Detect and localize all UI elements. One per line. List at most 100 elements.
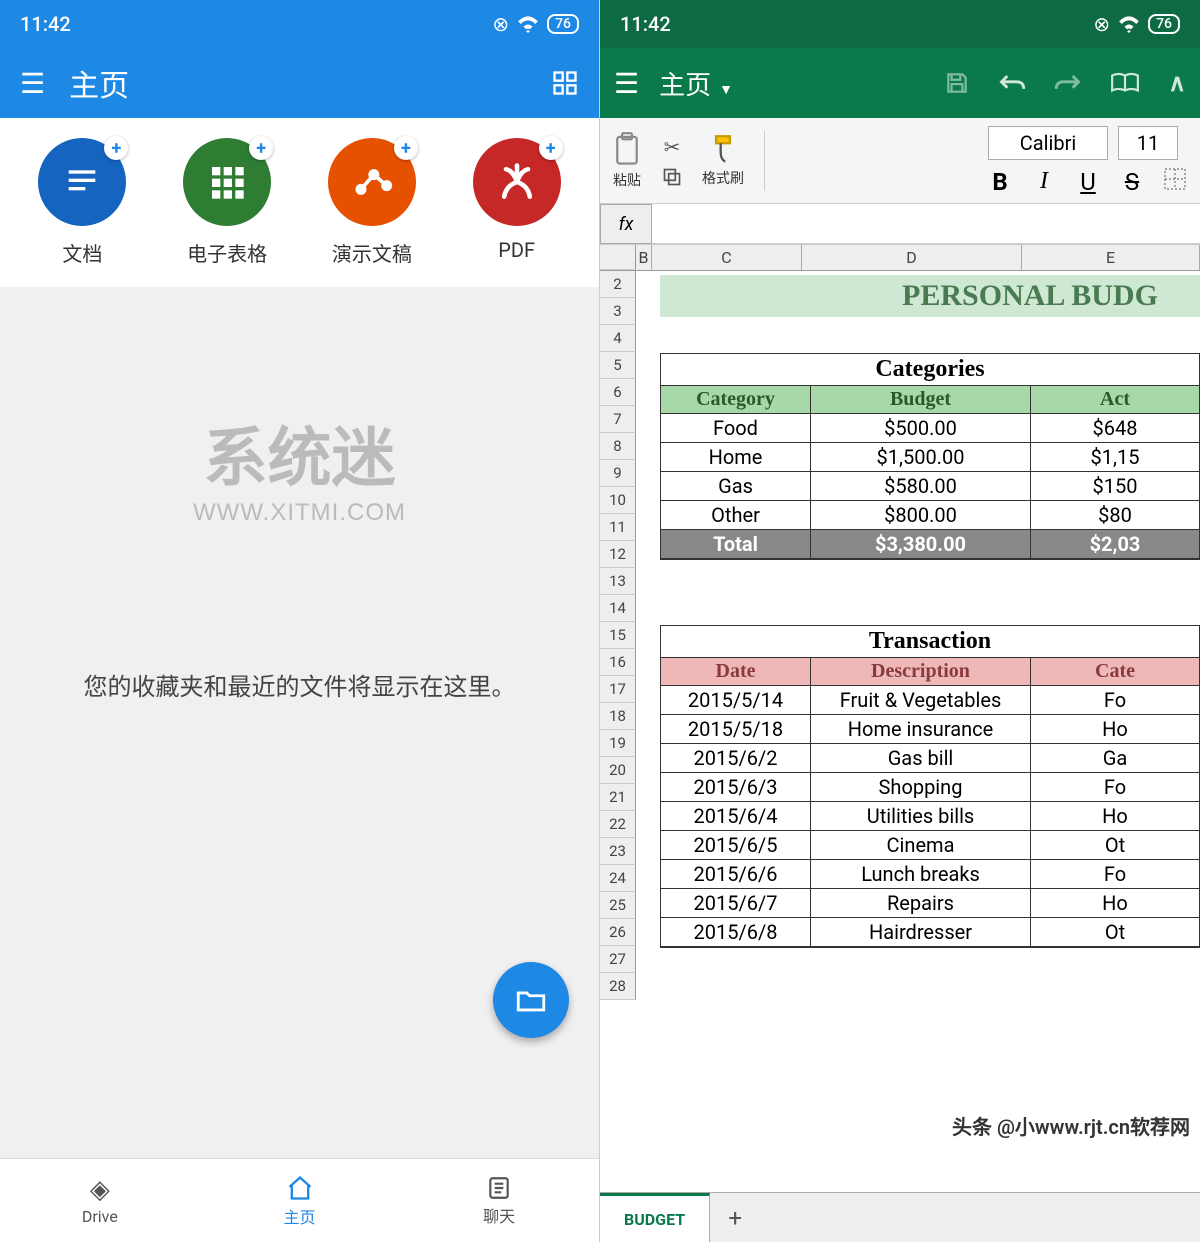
- table-cell[interactable]: Ot: [1031, 831, 1199, 860]
- row-header[interactable]: 12: [600, 541, 636, 568]
- table-cell[interactable]: Fo: [1031, 773, 1199, 802]
- table-cell[interactable]: Lunch breaks: [811, 860, 1031, 889]
- font-size-select[interactable]: 11: [1118, 126, 1178, 160]
- row-header[interactable]: 15: [600, 622, 636, 649]
- fab-browse-button[interactable]: [493, 962, 569, 1038]
- table-cell[interactable]: 2015/6/6: [661, 860, 811, 889]
- table-cell[interactable]: Description: [811, 658, 1031, 686]
- table-cell[interactable]: Gas bill: [811, 744, 1031, 773]
- row-header[interactable]: 16: [600, 649, 636, 676]
- undo-icon[interactable]: [998, 71, 1026, 95]
- border-button[interactable]: [1164, 168, 1188, 196]
- row-header[interactable]: 13: [600, 568, 636, 595]
- table-cell[interactable]: Act: [1031, 386, 1199, 414]
- row-header[interactable]: 11: [600, 514, 636, 541]
- menu-icon[interactable]: ☰: [614, 67, 639, 100]
- row-header[interactable]: 4: [600, 325, 636, 352]
- spreadsheet-grid[interactable]: B C D E 23456789101112131415161718192021…: [600, 245, 1200, 1192]
- table-cell[interactable]: $500.00: [811, 414, 1031, 443]
- table-cell[interactable]: Category: [661, 386, 811, 414]
- row-header[interactable]: 2: [600, 271, 636, 298]
- row-header[interactable]: 24: [600, 865, 636, 892]
- table-cell[interactable]: Shopping: [811, 773, 1031, 802]
- paste-button[interactable]: 粘贴: [612, 132, 642, 190]
- table-cell[interactable]: Date: [661, 658, 811, 686]
- nav-drive[interactable]: ◈ Drive: [0, 1159, 200, 1242]
- row-header[interactable]: 6: [600, 379, 636, 406]
- row-header[interactable]: 10: [600, 487, 636, 514]
- row-header[interactable]: 7: [600, 406, 636, 433]
- table-cell[interactable]: Cinema: [811, 831, 1031, 860]
- table-cell[interactable]: Repairs: [811, 889, 1031, 918]
- create-presentation[interactable]: + 演示文稿: [328, 138, 416, 267]
- row-header[interactable]: 8: [600, 433, 636, 460]
- table-cell[interactable]: Cate: [1031, 658, 1199, 686]
- row-header[interactable]: 14: [600, 595, 636, 622]
- collapse-ribbon-icon[interactable]: ∧: [1168, 69, 1186, 97]
- table-cell[interactable]: $80: [1031, 501, 1199, 530]
- underline-button[interactable]: U: [1076, 168, 1100, 196]
- nav-home[interactable]: 主页: [200, 1159, 400, 1242]
- cut-icon[interactable]: ✂: [664, 135, 681, 159]
- row-header[interactable]: 21: [600, 784, 636, 811]
- table-cell[interactable]: 2015/6/7: [661, 889, 811, 918]
- create-document[interactable]: + 文档: [38, 138, 126, 267]
- formula-input[interactable]: [652, 204, 1200, 244]
- save-icon[interactable]: [944, 70, 970, 96]
- row-header[interactable]: 17: [600, 676, 636, 703]
- row-header[interactable]: 26: [600, 919, 636, 946]
- table-cell[interactable]: 2015/6/2: [661, 744, 811, 773]
- table-cell[interactable]: Ho: [1031, 715, 1199, 744]
- table-cell[interactable]: Budget: [811, 386, 1031, 414]
- table-cell[interactable]: Home insurance: [811, 715, 1031, 744]
- table-cell[interactable]: Home: [661, 443, 811, 472]
- create-pdf[interactable]: + PDF: [473, 138, 561, 267]
- row-header[interactable]: 27: [600, 946, 636, 973]
- table-cell[interactable]: $1,15: [1031, 443, 1199, 472]
- row-header[interactable]: 5: [600, 352, 636, 379]
- table-cell[interactable]: Gas: [661, 472, 811, 501]
- table-cell[interactable]: Food: [661, 414, 811, 443]
- sheet-tab-budget[interactable]: BUDGET: [600, 1193, 710, 1242]
- table-cell[interactable]: 2015/6/4: [661, 802, 811, 831]
- strike-button[interactable]: S: [1120, 168, 1144, 196]
- table-cell[interactable]: Utilities bills: [811, 802, 1031, 831]
- italic-button[interactable]: I: [1032, 168, 1056, 196]
- redo-icon[interactable]: [1054, 71, 1082, 95]
- menu-icon[interactable]: ☰: [20, 67, 45, 100]
- table-cell[interactable]: 2015/6/5: [661, 831, 811, 860]
- row-header[interactable]: 9: [600, 460, 636, 487]
- table-cell[interactable]: $1,500.00: [811, 443, 1031, 472]
- table-cell[interactable]: $648: [1031, 414, 1199, 443]
- bold-button[interactable]: B: [988, 168, 1012, 196]
- row-header[interactable]: 23: [600, 838, 636, 865]
- table-cell[interactable]: $150: [1031, 472, 1199, 501]
- ribbon-tab-dropdown[interactable]: 主页 ▼: [659, 65, 733, 102]
- row-header[interactable]: 28: [600, 973, 636, 1000]
- table-cell[interactable]: $800.00: [811, 501, 1031, 530]
- table-cell[interactable]: Other: [661, 501, 811, 530]
- grid-view-icon[interactable]: [551, 69, 579, 97]
- font-name-select[interactable]: Calibri: [988, 126, 1108, 160]
- row-header[interactable]: 25: [600, 892, 636, 919]
- table-cell[interactable]: $2,03: [1031, 530, 1199, 559]
- table-cell[interactable]: Fo: [1031, 860, 1199, 889]
- copy-icon[interactable]: [662, 167, 682, 187]
- table-cell[interactable]: Ga: [1031, 744, 1199, 773]
- fx-label[interactable]: fx: [600, 204, 652, 244]
- table-cell[interactable]: Ot: [1031, 918, 1199, 947]
- table-cell[interactable]: Fo: [1031, 686, 1199, 715]
- table-cell[interactable]: $580.00: [811, 472, 1031, 501]
- table-cell[interactable]: 2015/5/18: [661, 715, 811, 744]
- table-cell[interactable]: Ho: [1031, 802, 1199, 831]
- nav-chat[interactable]: 聊天: [399, 1159, 599, 1242]
- create-spreadsheet[interactable]: + 电子表格: [183, 138, 271, 267]
- table-cell[interactable]: 2015/6/3: [661, 773, 811, 802]
- format-painter-button[interactable]: 格式刷: [702, 134, 744, 188]
- row-header[interactable]: 18: [600, 703, 636, 730]
- table-cell[interactable]: $3,380.00: [811, 530, 1031, 559]
- row-header[interactable]: 22: [600, 811, 636, 838]
- table-cell[interactable]: 2015/6/8: [661, 918, 811, 947]
- table-cell[interactable]: Fruit & Vegetables: [811, 686, 1031, 715]
- table-cell[interactable]: Hairdresser: [811, 918, 1031, 947]
